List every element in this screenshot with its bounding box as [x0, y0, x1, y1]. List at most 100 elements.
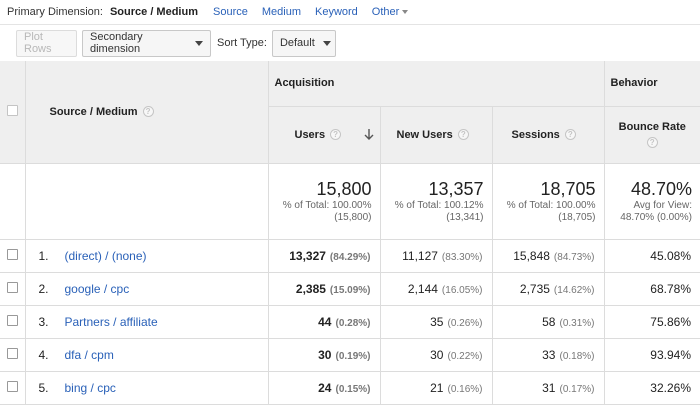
row-new-users: 30 (0.22%) [380, 338, 493, 372]
dimension-option-other-label: Other [371, 6, 400, 18]
totals-label-cell [25, 163, 269, 240]
row-new-users-pct: (16.05%) [441, 284, 483, 296]
row-index: 2. [38, 281, 49, 296]
row-checkbox-cell [0, 239, 26, 273]
group-header-acquisition: Acquisition [268, 61, 605, 107]
row-users: 30 (0.19%) [268, 338, 381, 372]
total-sessions-value: 18,705 [540, 178, 596, 199]
table-row: 2. google / cpc 2,385 (15.09%) 2,144 (16.05… [0, 272, 700, 306]
row-index: 1. [38, 248, 49, 263]
total-new-users-abs: (13,341) [446, 211, 484, 223]
dimension-option-source-medium[interactable]: Source / Medium [110, 6, 198, 18]
row-bounce-rate: 68.78% [604, 272, 700, 306]
column-header-new-users-label: New Users [396, 128, 453, 141]
row-checkbox[interactable] [6, 248, 18, 260]
select-all-checkbox[interactable] [6, 104, 18, 116]
row-users-pct: (0.15%) [335, 383, 371, 395]
row-new-users: 35 (0.26%) [380, 305, 493, 339]
total-users: 15,800 % of Total: 100.00% (15,800) [268, 163, 381, 240]
table-row: 4. dfa / cpm 30 (0.19%) 30 (0.22%) 33 (0.18%… [0, 338, 700, 372]
dimension-option-keyword[interactable]: Keyword [315, 6, 358, 18]
chevron-down-icon [402, 10, 409, 15]
total-sessions: 18,705 % of Total: 100.00% (18,705) [492, 163, 605, 240]
total-bounce-rate-label: Avg for View: [633, 199, 692, 211]
row-new-users-value: 11,127 [402, 248, 438, 263]
table-row: 1. (direct) / (none) 13,327 (84.29%) 11,12… [0, 239, 700, 273]
row-new-users-value: 30 [430, 347, 444, 362]
row-new-users-pct: (0.22%) [447, 350, 483, 362]
row-users-value: 24 [318, 380, 332, 395]
row-sessions-pct: (0.18%) [559, 350, 595, 362]
row-new-users: 2,144 (16.05%) [380, 272, 493, 306]
row-checkbox[interactable] [6, 347, 18, 359]
row-new-users-pct: (0.16%) [447, 383, 483, 395]
row-users-pct: (0.19%) [335, 350, 371, 362]
row-new-users-pct: (83.30%) [441, 251, 483, 263]
row-index: 3. [38, 314, 49, 329]
row-users-value: 30 [318, 347, 332, 362]
row-checkbox-cell [0, 338, 26, 372]
row-sessions-value: 15,848 [513, 248, 550, 263]
secondary-dimension-label: Secondary dimension [90, 31, 143, 55]
row-sessions: 31 (0.17%) [492, 371, 605, 405]
select-all-cell [0, 61, 26, 164]
row-source-link[interactable]: bing / cpc [65, 381, 116, 395]
column-header-users-label: Users [294, 128, 326, 141]
row-source-link[interactable]: Partners / affiliate [65, 315, 158, 329]
question-mark-icon[interactable]: ? [646, 136, 658, 148]
row-users-pct: (15.09%) [329, 284, 371, 296]
row-sessions-value: 58 [542, 314, 556, 329]
question-mark-icon[interactable]: ? [457, 129, 469, 141]
row-new-users-pct: (0.26%) [447, 317, 483, 329]
column-header-source-medium-label: Source / Medium [49, 105, 138, 118]
row-checkbox[interactable] [6, 314, 18, 326]
row-sessions: 58 (0.31%) [492, 305, 605, 339]
row-source-cell: 2. google / cpc [25, 272, 269, 306]
dimension-option-other[interactable]: Other [372, 6, 409, 18]
column-header-bounce-rate[interactable]: Bounce Rate ? [604, 106, 700, 164]
group-header-behavior: Behavior [604, 61, 700, 107]
column-header-bounce-rate-label: Bounce Rate [618, 121, 686, 133]
total-sessions-pct: % of Total: 100.00% [506, 199, 596, 211]
row-sessions: 2,735 (14.62%) [492, 272, 605, 306]
row-source-link[interactable]: google / cpc [65, 282, 130, 296]
plot-rows-button[interactable]: Plot Rows [16, 29, 77, 57]
total-new-users-pct: % of Total: 100.12% [394, 199, 484, 211]
row-users: 24 (0.15%) [268, 371, 381, 405]
column-header-sessions[interactable]: Sessions? [492, 106, 605, 164]
sort-type-dropdown[interactable]: Default [271, 29, 336, 57]
row-new-users-value: 35 [430, 314, 444, 329]
row-bounce-rate: 45.08% [604, 239, 700, 273]
row-source-cell: 3. Partners / affiliate [25, 305, 269, 339]
question-mark-icon[interactable]: ? [330, 129, 342, 141]
row-sessions-value: 2,735 [519, 281, 550, 296]
total-new-users-value: 13,357 [428, 178, 484, 199]
question-mark-icon[interactable]: ? [564, 129, 576, 141]
row-source-link[interactable]: (direct) / (none) [65, 249, 147, 263]
column-header-sessions-label: Sessions [511, 128, 560, 141]
dimension-option-medium[interactable]: Medium [262, 6, 301, 18]
secondary-dimension-dropdown[interactable]: Secondary dimension [82, 29, 211, 57]
question-mark-icon[interactable]: ? [142, 106, 154, 118]
total-users-abs: (15,800) [334, 211, 372, 223]
row-new-users-value: 21 [430, 380, 444, 395]
row-sessions-pct: (0.31%) [559, 317, 595, 329]
total-sessions-abs: (18,705) [558, 211, 596, 223]
row-users-pct: (0.28%) [335, 317, 371, 329]
column-header-users[interactable]: Users? [268, 106, 381, 164]
column-header-new-users[interactable]: New Users? [380, 106, 493, 164]
row-users-value: 13,327 [289, 248, 326, 263]
row-users: 2,385 (15.09%) [268, 272, 381, 306]
row-source-link[interactable]: dfa / cpm [65, 348, 114, 362]
row-users-value: 2,385 [295, 281, 326, 296]
row-checkbox-cell [0, 305, 26, 339]
row-new-users: 21 (0.16%) [380, 371, 493, 405]
row-checkbox[interactable] [6, 380, 18, 392]
row-checkbox-cell [0, 272, 26, 306]
row-checkbox[interactable] [6, 281, 18, 293]
row-index: 5. [38, 380, 49, 395]
primary-dimension-bar: Primary Dimension: Source / Medium Sourc… [0, 0, 700, 24]
dimension-option-source[interactable]: Source [213, 6, 248, 18]
column-header-source-medium[interactable]: Source / Medium? [25, 61, 269, 164]
row-users-value: 44 [318, 314, 332, 329]
